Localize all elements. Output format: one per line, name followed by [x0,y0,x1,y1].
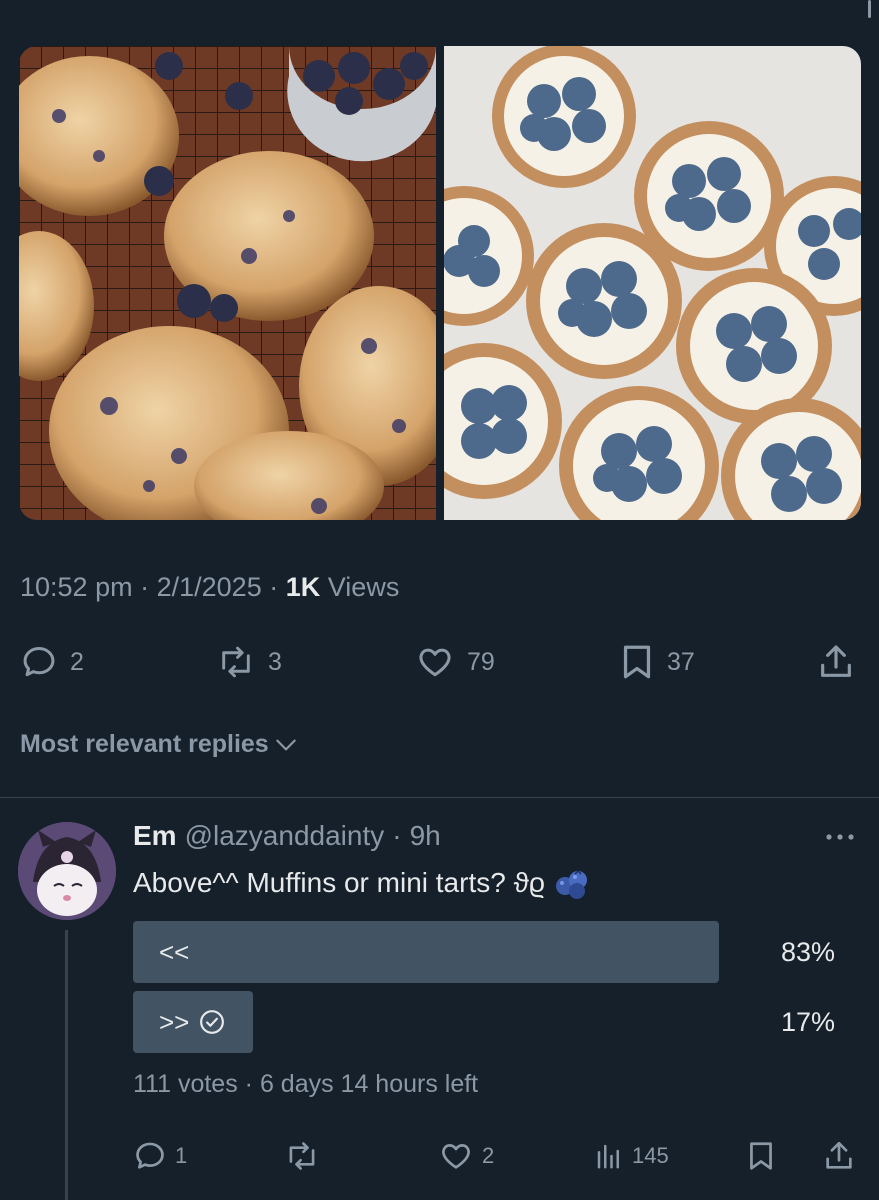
heart-icon [442,1144,470,1169]
separator: · [269,572,279,602]
reply-like-count: 2 [482,1143,495,1168]
reply-text: Above^^ Muffins or mini tarts? ϑϱ [133,867,545,898]
share-button[interactable] [816,640,856,684]
blueberry-icon [555,869,587,899]
poll-time-left: 6 days 14 hours left [259,1070,479,1098]
poll-footer: 111 votes · 6 days 14 hours left [133,1070,478,1099]
reply-retweet-button[interactable] [284,1134,328,1178]
poll-option-label: << [159,936,190,967]
like-button[interactable]: 79 [415,640,495,684]
separator: · [244,1070,253,1098]
tweet-time[interactable]: 10:52 pm [20,572,133,602]
more-icon [826,834,854,840]
reply-sort-label: Most relevant replies [20,730,269,758]
reply-sort-dropdown[interactable]: Most relevant replies [20,730,299,759]
tweet-date[interactable]: 2/1/2025 [157,572,262,602]
reply-reply-button[interactable]: 1 [133,1134,187,1178]
reply-views-button[interactable]: 145 [594,1134,669,1178]
bookmark-count: 37 [667,647,695,676]
reply-count: 2 [70,647,84,676]
reply-icon [23,647,55,677]
reply-button[interactable]: 2 [20,640,84,684]
analytics-icon [597,1144,619,1169]
reply-author-name[interactable]: Em [133,820,177,852]
retweet-count: 3 [268,647,282,676]
reply-like-button[interactable]: 2 [438,1134,494,1178]
reply-action-bar: 1 2 145 [0,1134,879,1178]
bookmark-icon [623,645,651,679]
avatar[interactable] [18,822,116,920]
like-count: 79 [467,647,495,676]
poll-option-percent: 17% [780,1006,835,1037]
bookmark-icon [750,1142,772,1170]
tweet-media-grid [19,46,861,520]
scrollbar-thumb[interactable] [868,0,871,18]
reply-views-count: 145 [632,1143,669,1168]
chevron-down-icon [275,739,296,750]
share-icon [826,1141,852,1169]
poll-option-percent: 83% [780,936,835,967]
poll-votes: 111 votes [133,1070,238,1098]
share-icon [821,645,851,677]
poll-option-1[interactable]: << 83% [133,921,839,983]
reply-share-button[interactable] [822,1134,856,1178]
check-circle-icon [200,1010,225,1034]
retweet-button[interactable]: 3 [216,640,282,684]
more-options-button[interactable] [823,830,857,849]
retweet-icon [289,1142,315,1170]
bookmark-button[interactable]: 37 [619,640,695,684]
views-label: Views [327,572,400,602]
tweet-meta: 10:52 pm · 2/1/2025 · 1K Views [20,572,399,603]
media-image-muffins[interactable] [19,46,436,520]
reply-reply-count: 1 [175,1143,188,1168]
poll-option-bar [133,921,719,983]
reply-author-handle[interactable]: @lazyanddainty [185,820,385,852]
separator: · [140,572,150,602]
tweet-action-bar: 2 3 79 37 [0,640,879,684]
retweet-icon [222,646,250,678]
reply-bookmark-button[interactable] [746,1134,776,1178]
media-image-tarts[interactable] [444,46,861,520]
reply-body: Above^^ Muffins or mini tarts? ϑϱ [133,866,591,900]
divider [0,797,879,798]
poll-option-label-wrap: >> [159,991,225,1053]
poll-option-label: >> [159,1006,190,1037]
reply-icon [136,1142,164,1169]
heart-icon [419,648,451,677]
separator: · [392,820,402,851]
reply-timestamp[interactable]: 9h [410,820,441,852]
reply-header: Em @lazyanddainty · 9h [133,820,441,852]
poll-option-label-wrap: << [159,921,189,983]
views-count: 1K [285,572,321,602]
poll-option-2[interactable]: >> 17% [133,991,839,1053]
